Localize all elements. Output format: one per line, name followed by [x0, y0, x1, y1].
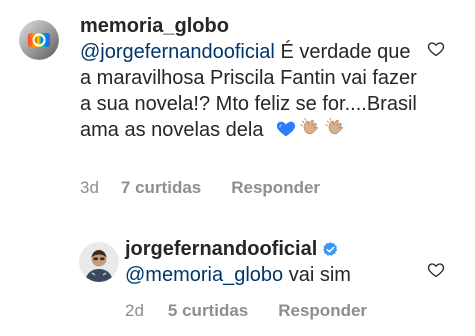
verified-badge-icon	[323, 242, 338, 256]
mention-link[interactable]: @memoria_globo	[125, 264, 283, 286]
comment-timestamp[interactable]: 3d	[80, 178, 99, 198]
comment-text: @memoria_globo vai sim	[125, 262, 415, 288]
comment-meta: 3d 7 curtidas Responder	[80, 178, 320, 198]
comment-body: jorgefernandooficial @memoria_globo vai …	[125, 237, 415, 288]
likes-count[interactable]: 5 curtidas	[168, 301, 248, 321]
globo-logo-icon	[19, 20, 59, 60]
like-heart-icon[interactable]	[427, 261, 445, 279]
user-photo-icon	[79, 242, 119, 282]
reply-button[interactable]: Responder	[278, 301, 367, 321]
avatar[interactable]	[79, 242, 119, 282]
comment-timestamp[interactable]: 2d	[125, 301, 144, 321]
avatar[interactable]	[19, 20, 59, 60]
comment-body: memoria_globo @jorgefernandooficial É ve…	[80, 14, 420, 143]
comment-username[interactable]: memoria_globo	[80, 14, 420, 39]
comment-text: @jorgefernandooficial É verdade que a ma…	[80, 39, 420, 143]
emoji-group	[275, 117, 347, 139]
reply-button[interactable]: Responder	[231, 178, 320, 198]
comment-message: vai sim	[288, 264, 351, 286]
likes-count[interactable]: 7 curtidas	[121, 178, 201, 198]
clapping-hands-icon	[325, 117, 343, 135]
blue-heart-icon	[276, 121, 296, 137]
like-heart-icon[interactable]	[427, 40, 445, 58]
clapping-hands-icon	[300, 117, 318, 135]
username-row: jorgefernandooficial	[125, 237, 415, 262]
comment-username[interactable]: jorgefernandooficial	[125, 237, 317, 262]
comment-meta: 2d 5 curtidas Responder	[125, 301, 367, 321]
mention-link[interactable]: @jorgefernandooficial	[80, 41, 275, 63]
